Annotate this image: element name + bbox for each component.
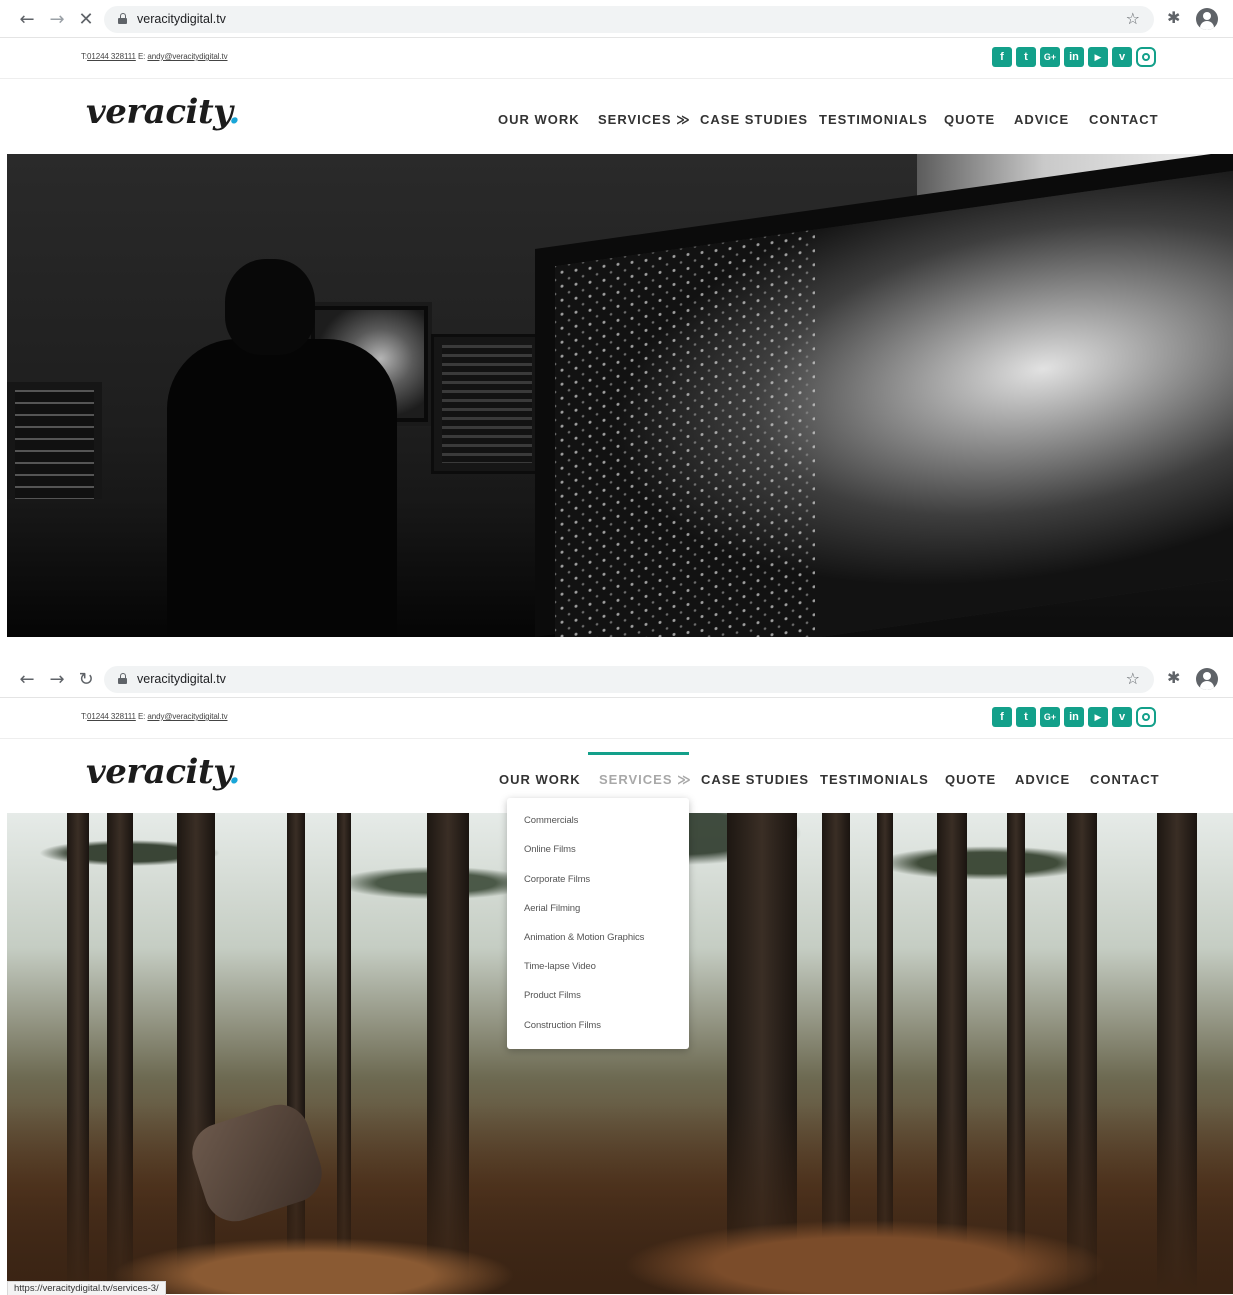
linkedin-icon[interactable]: in xyxy=(1064,707,1084,727)
back-icon[interactable]: ← xyxy=(16,8,38,30)
dropdown-item-construction-films[interactable]: Construction Films xyxy=(524,1020,601,1031)
site-topbar: T:01244 328111 E: andy@veracitydigital.t… xyxy=(0,698,1233,739)
twitter-icon[interactable]: t xyxy=(1016,707,1036,727)
vimeo-icon[interactable]: v xyxy=(1112,47,1132,67)
services-dropdown: Commercials Online Films Corporate Films… xyxy=(507,798,689,1049)
nav-quote[interactable]: QUOTE xyxy=(945,772,996,787)
site-logo[interactable]: veracity. xyxy=(86,752,240,792)
back-icon[interactable]: ← xyxy=(16,668,38,690)
social-links: f t G+ in ▶ v xyxy=(992,707,1156,727)
nav-services[interactable]: SERVICES ≫ xyxy=(598,112,691,128)
youtube-icon[interactable]: ▶ xyxy=(1088,707,1108,727)
nav-contact[interactable]: CONTACT xyxy=(1089,112,1159,127)
nav-case-studies[interactable]: CASE STUDIES xyxy=(701,772,809,787)
phone-link[interactable]: 01244 328111 xyxy=(87,712,136,721)
twitter-icon[interactable]: t xyxy=(1016,47,1036,67)
nav-advice[interactable]: ADVICE xyxy=(1014,112,1069,127)
dropdown-item-animation[interactable]: Animation & Motion Graphics xyxy=(524,932,644,943)
contact-info: T:01244 328111 E: andy@veracitydigital.t… xyxy=(81,712,228,721)
site-topbar: T:01244 328111 E: andy@veracitydigital.t… xyxy=(0,38,1233,79)
contact-info: T:01244 328111 E: andy@veracitydigital.t… xyxy=(81,52,228,61)
phone-link[interactable]: 01244 328111 xyxy=(87,52,136,61)
social-links: f t G+ in ▶ v xyxy=(992,47,1156,67)
linkedin-icon[interactable]: in xyxy=(1064,47,1084,67)
nav-advice[interactable]: ADVICE xyxy=(1015,772,1070,787)
status-bar-url: https://veracitydigital.tv/services-3/ xyxy=(7,1281,166,1295)
nav-testimonials[interactable]: TESTIMONIALS xyxy=(820,772,929,787)
google-plus-icon[interactable]: G+ xyxy=(1040,47,1060,67)
vimeo-icon[interactable]: v xyxy=(1112,707,1132,727)
dropdown-item-product-films[interactable]: Product Films xyxy=(524,990,581,1001)
forward-icon[interactable]: → xyxy=(46,8,68,30)
reload-icon[interactable]: ↻ xyxy=(75,668,97,690)
hero-image-editing-suite xyxy=(7,154,1233,637)
dropdown-item-online-films[interactable]: Online Films xyxy=(524,844,576,855)
browser-toolbar: ← → ✕ veracitydigital.tv ☆ ✱ xyxy=(0,0,1233,38)
nav-active-indicator xyxy=(588,752,689,755)
email-prefix: E: xyxy=(137,712,146,721)
url-text[interactable]: veracitydigital.tv xyxy=(137,672,226,686)
lock-icon xyxy=(118,13,127,24)
instagram-icon[interactable] xyxy=(1136,707,1156,727)
extensions-puzzle-icon[interactable]: ✱ xyxy=(1167,8,1180,27)
nav-case-studies[interactable]: CASE STUDIES xyxy=(700,112,808,127)
instagram-icon[interactable] xyxy=(1136,47,1156,67)
stop-icon[interactable]: ✕ xyxy=(75,8,97,30)
bookmark-star-icon[interactable]: ☆ xyxy=(1126,669,1140,688)
youtube-icon[interactable]: ▶ xyxy=(1088,47,1108,67)
address-bar[interactable]: veracitydigital.tv ☆ xyxy=(104,666,1154,693)
email-prefix: E: xyxy=(137,52,146,61)
lock-icon xyxy=(118,673,127,684)
screenshot-loading: ← → ✕ veracitydigital.tv ☆ ✱ T:01244 328… xyxy=(0,0,1233,640)
nav-services[interactable]: SERVICES ≫ xyxy=(599,772,692,788)
dropdown-item-time-lapse[interactable]: Time-lapse Video xyxy=(524,961,596,972)
profile-avatar-icon[interactable] xyxy=(1196,668,1218,690)
extensions-puzzle-icon[interactable]: ✱ xyxy=(1167,668,1180,687)
dropdown-item-corporate-films[interactable]: Corporate Films xyxy=(524,874,590,885)
site-header: veracity. OUR WORK SERVICES ≫ CASE STUDI… xyxy=(0,80,1233,154)
profile-avatar-icon[interactable] xyxy=(1196,8,1218,30)
forward-icon[interactable]: → xyxy=(46,668,68,690)
nav-our-work[interactable]: OUR WORK xyxy=(499,772,581,787)
email-link[interactable]: andy@veracitydigital.tv xyxy=(147,52,227,61)
nav-our-work[interactable]: OUR WORK xyxy=(498,112,580,127)
dropdown-item-commercials[interactable]: Commercials xyxy=(524,815,578,826)
nav-contact[interactable]: CONTACT xyxy=(1090,772,1160,787)
site-logo[interactable]: veracity. xyxy=(86,92,240,132)
email-link[interactable]: andy@veracitydigital.tv xyxy=(147,712,227,721)
google-plus-icon[interactable]: G+ xyxy=(1040,707,1060,727)
facebook-icon[interactable]: f xyxy=(992,707,1012,727)
dropdown-item-aerial-filming[interactable]: Aerial Filming xyxy=(524,903,580,914)
nav-quote[interactable]: QUOTE xyxy=(944,112,995,127)
url-text[interactable]: veracitydigital.tv xyxy=(137,12,226,26)
address-bar[interactable]: veracitydigital.tv ☆ xyxy=(104,6,1154,33)
facebook-icon[interactable]: f xyxy=(992,47,1012,67)
browser-toolbar: ← → ↻ veracitydigital.tv ☆ ✱ xyxy=(0,660,1233,698)
screenshot-separator xyxy=(0,640,1233,660)
bookmark-star-icon[interactable]: ☆ xyxy=(1126,9,1140,28)
nav-testimonials[interactable]: TESTIMONIALS xyxy=(819,112,928,127)
